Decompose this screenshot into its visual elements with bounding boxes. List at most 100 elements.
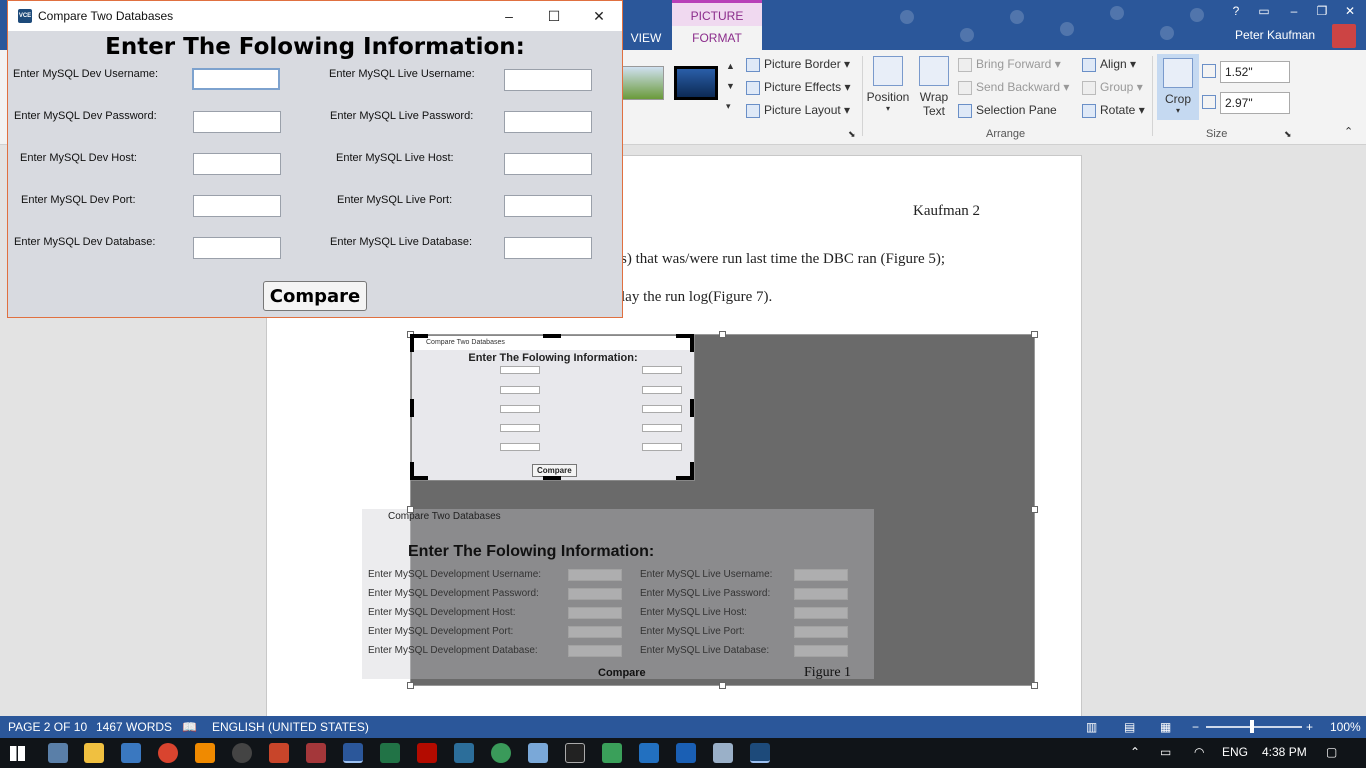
help-icon[interactable]: ? bbox=[1226, 4, 1246, 18]
restore-icon[interactable]: ❐ bbox=[1312, 4, 1332, 18]
app-taskbar-icon[interactable] bbox=[121, 743, 141, 763]
language-indicator[interactable]: ENGLISH (UNITED STATES) bbox=[212, 720, 369, 734]
dev-host-input[interactable] bbox=[193, 153, 281, 175]
app-taskbar-icon[interactable] bbox=[676, 743, 696, 763]
tab-format[interactable]: FORMAT bbox=[672, 26, 762, 51]
gallery-scroll-up-icon[interactable]: ▲ bbox=[726, 56, 735, 76]
tab-view[interactable]: VIEW bbox=[620, 26, 672, 50]
chrome-taskbar-icon[interactable] bbox=[158, 743, 178, 763]
resize-handle[interactable] bbox=[407, 506, 414, 513]
resize-handle[interactable] bbox=[1031, 331, 1038, 338]
dev-port-input[interactable] bbox=[193, 195, 281, 217]
tray-chevron-icon[interactable]: ⌃ bbox=[1130, 745, 1140, 759]
resize-handle[interactable] bbox=[719, 682, 726, 689]
notifications-icon[interactable]: ▢ bbox=[1326, 745, 1337, 759]
align-button[interactable]: Align ▾ bbox=[1082, 54, 1136, 74]
zoom-out-icon[interactable]: − bbox=[1192, 720, 1199, 734]
picture-effects-button[interactable]: Picture Effects ▾ bbox=[746, 77, 851, 97]
picture-style-thumb[interactable] bbox=[620, 66, 664, 100]
group-button[interactable]: Group ▾ bbox=[1082, 77, 1143, 97]
minimize-icon[interactable]: – bbox=[1284, 4, 1304, 18]
close-icon[interactable]: ✕ bbox=[1340, 4, 1360, 18]
acrobat-taskbar-icon[interactable] bbox=[417, 743, 437, 763]
dev-username-input[interactable] bbox=[192, 68, 280, 90]
terminal-taskbar-icon[interactable] bbox=[565, 743, 585, 763]
crop-handle[interactable] bbox=[543, 476, 561, 480]
avatar[interactable] bbox=[1332, 24, 1356, 48]
app-taskbar-icon[interactable] bbox=[491, 743, 511, 763]
crop-handle[interactable] bbox=[690, 334, 694, 352]
resize-handle[interactable] bbox=[719, 331, 726, 338]
gallery-more-icon[interactable]: ▾ bbox=[726, 96, 731, 116]
app-taskbar-icon[interactable] bbox=[602, 743, 622, 763]
size-launcher-icon[interactable]: ⬊ bbox=[1284, 124, 1292, 144]
gallery-scroll-down-icon[interactable]: ▼ bbox=[726, 76, 735, 96]
print-layout-icon[interactable]: ▤ bbox=[1124, 720, 1135, 734]
obs-taskbar-icon[interactable] bbox=[232, 743, 252, 763]
proofing-icon[interactable]: 📖 bbox=[182, 720, 197, 734]
live-database-input[interactable] bbox=[504, 237, 592, 259]
access-taskbar-icon[interactable] bbox=[306, 743, 326, 763]
send-backward-button[interactable]: Send Backward ▾ bbox=[958, 77, 1069, 97]
start-icon[interactable] bbox=[10, 746, 25, 761]
picture-border-button[interactable]: Picture Border ▾ bbox=[746, 54, 850, 74]
compare-button[interactable]: Compare bbox=[263, 281, 367, 311]
zoom-slider[interactable] bbox=[1206, 726, 1302, 728]
app-taskbar-icon[interactable] bbox=[639, 743, 659, 763]
crop-handle[interactable] bbox=[410, 334, 414, 352]
wrap-text-button[interactable]: Wrap Text bbox=[914, 56, 954, 118]
height-spinner[interactable]: 1.52" bbox=[1220, 61, 1290, 83]
crop-handle[interactable] bbox=[690, 399, 694, 417]
app-taskbar-icon[interactable] bbox=[528, 743, 548, 763]
app-taskbar-icon[interactable] bbox=[454, 743, 474, 763]
resize-handle[interactable] bbox=[1031, 682, 1038, 689]
dialog-titlebar[interactable]: VCE Compare Two Databases – ☐ ✕ bbox=[8, 1, 622, 31]
ribbon-display-icon[interactable]: ▭ bbox=[1254, 4, 1274, 18]
position-button[interactable]: Position ▾ bbox=[866, 56, 910, 113]
selection-pane-button[interactable]: Selection Pane bbox=[958, 100, 1057, 120]
crop-handle[interactable] bbox=[690, 462, 694, 480]
collapse-ribbon-icon[interactable]: ⌃ bbox=[1344, 122, 1353, 142]
zoom-slider-thumb[interactable] bbox=[1250, 720, 1254, 733]
live-password-input[interactable] bbox=[504, 111, 592, 133]
resize-handle[interactable] bbox=[1031, 506, 1038, 513]
crop-handle[interactable] bbox=[543, 334, 561, 338]
picture-styles-launcher-icon[interactable]: ⬊ bbox=[848, 124, 856, 144]
compare-app-taskbar-icon[interactable] bbox=[750, 743, 770, 763]
dev-database-input[interactable] bbox=[193, 237, 281, 259]
file-explorer-taskbar-icon[interactable] bbox=[48, 743, 68, 763]
folder-taskbar-icon[interactable] bbox=[84, 743, 104, 763]
battery-icon[interactable]: ▭ bbox=[1160, 745, 1171, 759]
minimize-icon[interactable]: – bbox=[498, 5, 520, 27]
word-taskbar-icon[interactable] bbox=[343, 743, 363, 763]
picture-layout-button[interactable]: Picture Layout ▾ bbox=[746, 100, 850, 120]
excel-taskbar-icon[interactable] bbox=[380, 743, 400, 763]
zoom-in-icon[interactable]: + bbox=[1306, 720, 1313, 734]
user-name[interactable]: Peter Kaufman bbox=[1235, 28, 1315, 42]
app-taskbar-icon[interactable] bbox=[713, 743, 733, 763]
crop-button[interactable]: Crop ▾ bbox=[1157, 54, 1199, 120]
crop-handle[interactable] bbox=[410, 399, 414, 417]
crop-handle[interactable] bbox=[410, 462, 414, 480]
live-username-input[interactable] bbox=[504, 69, 592, 91]
picture-style-thumb[interactable] bbox=[674, 66, 718, 100]
page-count[interactable]: PAGE 2 OF 10 bbox=[8, 720, 87, 734]
word-count[interactable]: 1467 WORDS bbox=[96, 720, 172, 734]
resize-handle[interactable] bbox=[407, 682, 414, 689]
vlc-taskbar-icon[interactable] bbox=[195, 743, 215, 763]
width-spinner[interactable]: 2.97" bbox=[1220, 92, 1290, 114]
close-icon[interactable]: ✕ bbox=[588, 5, 610, 27]
bring-forward-button[interactable]: Bring Forward ▾ bbox=[958, 54, 1061, 74]
web-layout-icon[interactable]: ▦ bbox=[1160, 720, 1171, 734]
dev-password-input[interactable] bbox=[193, 111, 281, 133]
maximize-icon[interactable]: ☐ bbox=[543, 5, 565, 27]
live-port-input[interactable] bbox=[504, 195, 592, 217]
clock[interactable]: 4:38 PM bbox=[1262, 745, 1307, 759]
input-language[interactable]: ENG bbox=[1222, 745, 1248, 759]
rotate-button[interactable]: Rotate ▾ bbox=[1082, 100, 1145, 120]
live-host-input[interactable] bbox=[504, 153, 592, 175]
wifi-icon[interactable]: ◠ bbox=[1194, 745, 1204, 759]
read-mode-icon[interactable]: ▥ bbox=[1086, 720, 1097, 734]
zoom-level[interactable]: 100% bbox=[1330, 720, 1361, 734]
powerpoint-taskbar-icon[interactable] bbox=[269, 743, 289, 763]
